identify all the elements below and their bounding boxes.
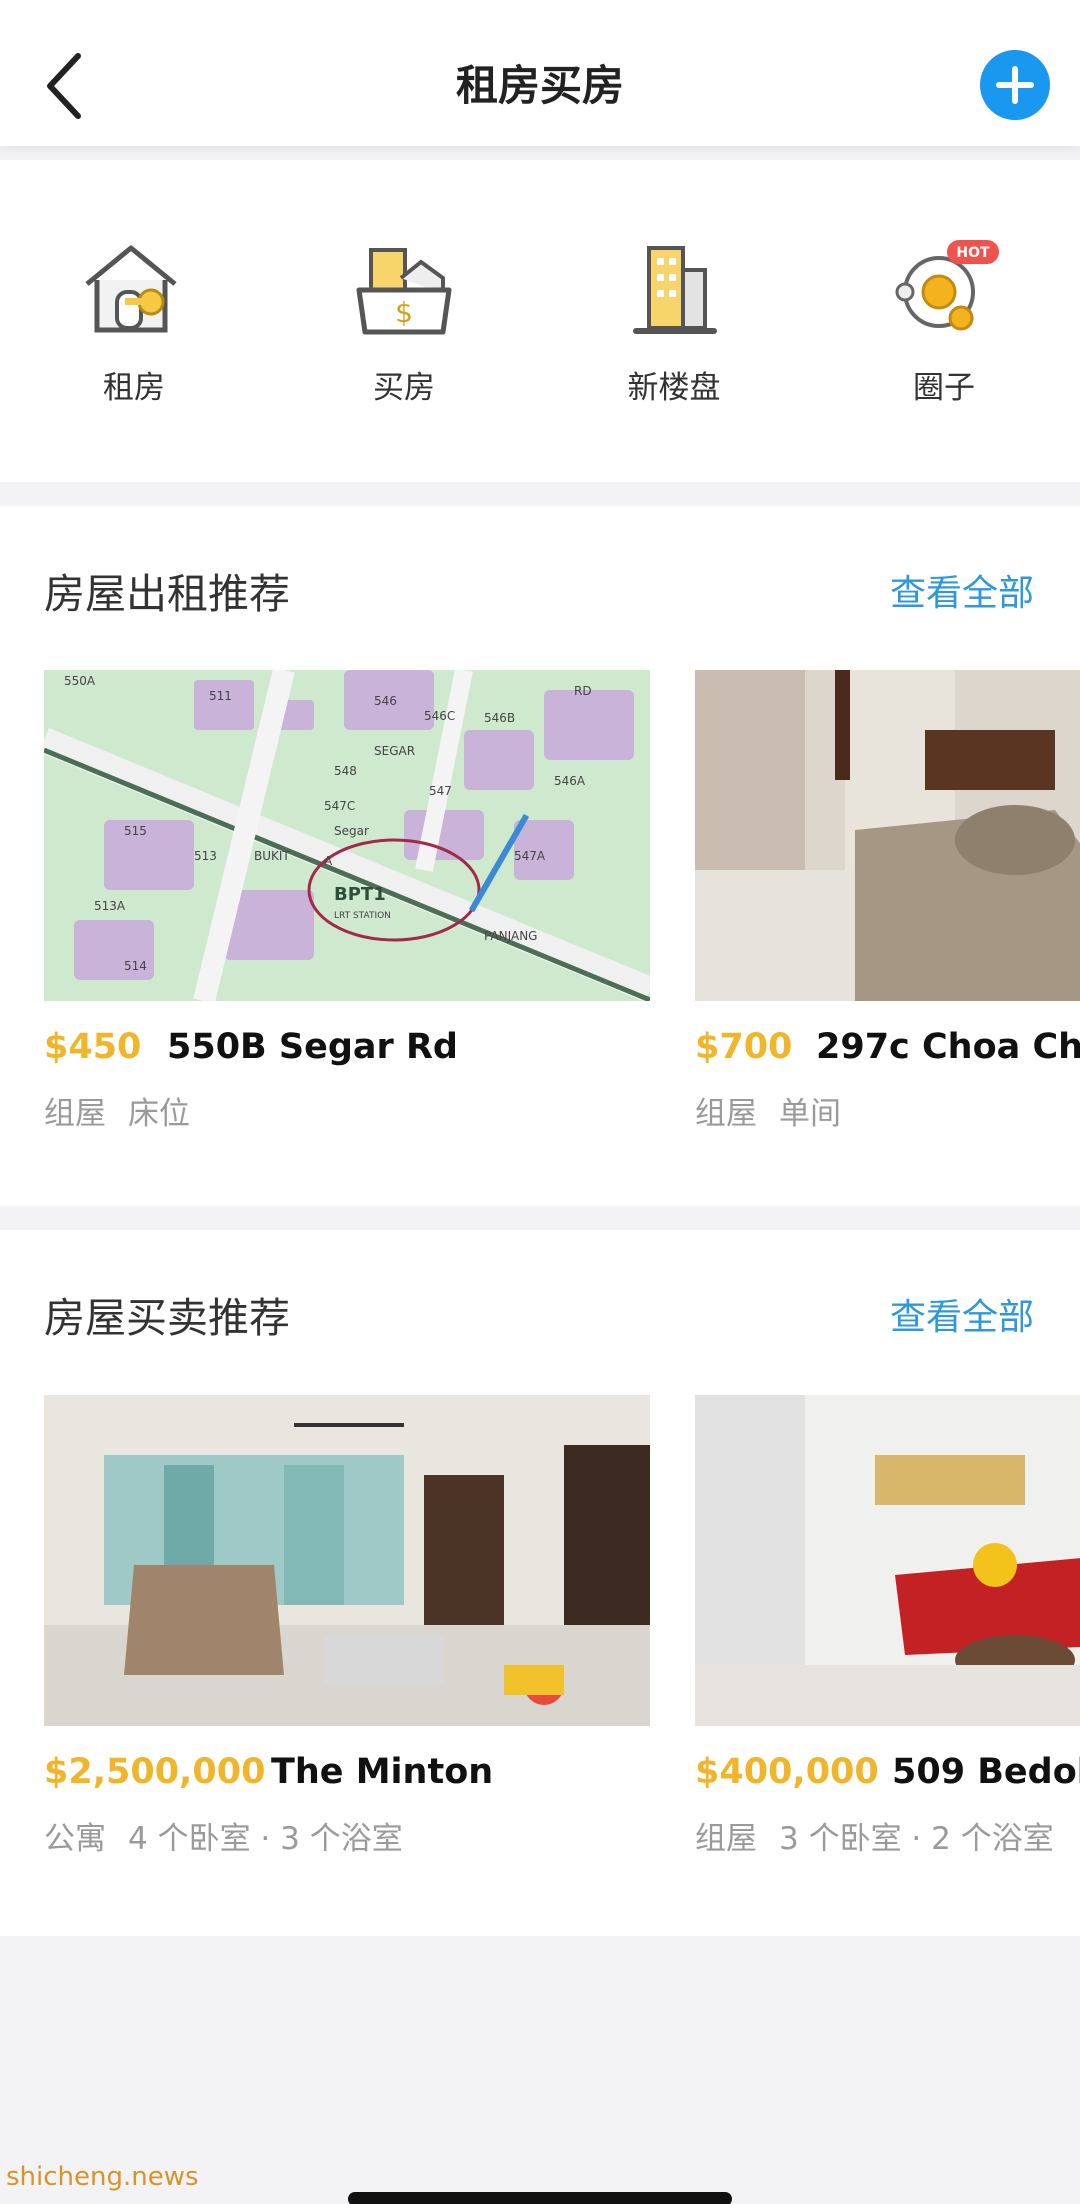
- buy-house-icon: $: [356, 248, 452, 335]
- listing-address: 297c Choa Chu: [816, 1027, 1080, 1067]
- listing-price: $450: [44, 1027, 142, 1067]
- listing-tags: 公寓 4 个卧室 · 3 个浴室: [44, 1813, 425, 1858]
- map-label: 513: [194, 849, 217, 863]
- app-header: 租房买房: [0, 0, 1080, 146]
- sale-recommendation-section: 房屋买卖推荐 查看全部 $2,500,000 The Minton 公寓 4 个卧…: [0, 1230, 1080, 1936]
- map-label: SEGAR: [374, 744, 415, 758]
- listing-address: The Minton: [271, 1752, 494, 1792]
- map-label: 550A: [64, 674, 96, 688]
- sale-listing-card[interactable]: $400,000 509 Bedok 组屋 3 个卧室 · 2 个浴室: [695, 1395, 1080, 1858]
- map-label: 547A: [514, 849, 546, 863]
- listing-tag: 组屋: [695, 1096, 757, 1132]
- orbit-icon: HOT: [895, 240, 999, 331]
- listing-tag: 床位: [128, 1096, 190, 1132]
- category-label: 买房: [373, 370, 435, 406]
- section-title: 房屋买卖推荐: [44, 1294, 290, 1342]
- rent-listing-card[interactable]: $700 297c Choa Chu 组屋 单间: [695, 670, 1080, 1133]
- category-label: 圈子: [913, 370, 975, 406]
- listing-tag: 3 个卧室 · 2 个浴室: [779, 1821, 1054, 1857]
- add-button[interactable]: [980, 50, 1050, 120]
- hdb-living-room-photo: [695, 1395, 1080, 1726]
- building-icon: [633, 246, 717, 334]
- map-label: 513A: [94, 899, 126, 913]
- map-label: 546A: [554, 774, 586, 788]
- map-label: 547: [429, 784, 452, 798]
- map-label: BUKIT: [254, 849, 290, 863]
- listing-price: $2,500,000: [44, 1752, 266, 1792]
- listing-price: $700: [695, 1027, 793, 1067]
- category-label: 租房: [103, 370, 165, 406]
- see-all-rent-link[interactable]: 查看全部: [890, 564, 1034, 616]
- living-room-photo: [695, 670, 1080, 1001]
- map-label: 548: [334, 764, 357, 778]
- house-key-icon: [85, 245, 177, 333]
- map-label: 546B: [484, 711, 515, 725]
- listing-tags: 组屋 床位: [44, 1088, 212, 1133]
- map-label: LRT STATION: [334, 911, 391, 921]
- svg-text:$: $: [395, 296, 413, 329]
- listing-tags: 组屋 3 个卧室 · 2 个浴室: [695, 1813, 1076, 1858]
- listing-address: 550B Segar Rd: [167, 1027, 458, 1067]
- map-label: 515: [124, 824, 147, 838]
- category-circle[interactable]: HOT 圈子: [844, 240, 1044, 420]
- page-title: 租房买房: [455, 61, 624, 110]
- map-label: 546C: [424, 709, 455, 723]
- hot-badge: HOT: [956, 245, 990, 261]
- map-label: PANJANG: [484, 929, 537, 943]
- listing-tags: 组屋 单间: [695, 1088, 863, 1133]
- see-all-sale-link[interactable]: 查看全部: [890, 1288, 1034, 1340]
- category-rent[interactable]: 租房: [34, 240, 234, 420]
- category-buy[interactable]: $ 买房: [304, 240, 504, 420]
- sale-listing-card[interactable]: $2,500,000 The Minton 公寓 4 个卧室 · 3 个浴室: [44, 1395, 650, 1858]
- category-grid: 租房 $ 买房 新楼盘 HOT 圈子: [0, 160, 1080, 482]
- listing-price: $400,000: [695, 1752, 879, 1792]
- watermark: shicheng.news: [6, 2162, 199, 2192]
- map-label: A: [324, 854, 333, 868]
- category-new-property[interactable]: 新楼盘: [574, 240, 774, 420]
- section-title: 房屋出租推荐: [44, 570, 290, 618]
- map-label: Segar: [334, 824, 369, 838]
- home-indicator[interactable]: [348, 2192, 732, 2204]
- listing-tag: 公寓: [44, 1821, 106, 1857]
- map-label: RD: [574, 684, 592, 698]
- map-label: 547C: [324, 799, 355, 813]
- map-label: 514: [124, 959, 147, 973]
- listing-tag: 组屋: [44, 1096, 106, 1132]
- map-label: 546: [374, 694, 397, 708]
- rent-listing-card[interactable]: 550A 511 546 546B 546C 546A 547 SEGAR 51…: [44, 670, 650, 1133]
- rent-recommendation-section: 房屋出租推荐 查看全部 550A 511 546 546B 546C 546A …: [0, 506, 1080, 1206]
- listing-address: 509 Bedok: [892, 1752, 1080, 1792]
- listing-tag: 组屋: [695, 1821, 757, 1857]
- listing-tag: 4 个卧室 · 3 个浴室: [128, 1821, 403, 1857]
- condo-living-room-photo: [44, 1395, 650, 1726]
- category-label: 新楼盘: [627, 370, 721, 406]
- listing-tag: 单间: [779, 1096, 841, 1132]
- map-photo: 550A 511 546 546B 546C 546A 547 SEGAR 51…: [44, 670, 650, 1001]
- map-label: 511: [209, 689, 232, 703]
- map-label: BPT1: [334, 884, 386, 905]
